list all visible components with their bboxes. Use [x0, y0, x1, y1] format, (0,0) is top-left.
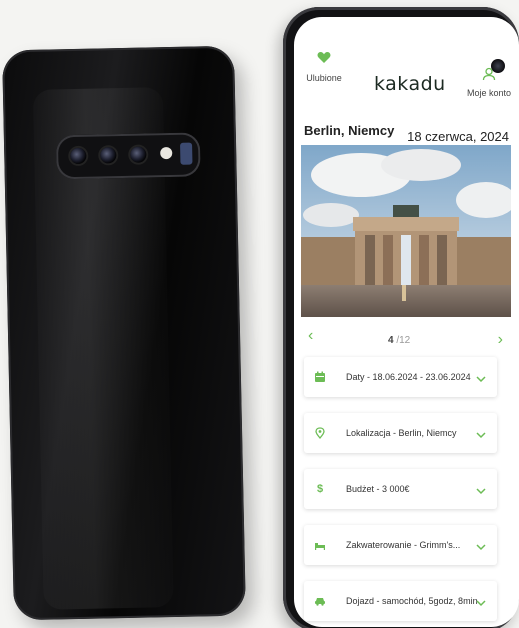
location-pin-icon: [315, 427, 325, 439]
chevron-down-icon: [476, 600, 486, 607]
camera-lens-icon: [130, 146, 147, 163]
user-icon: [482, 67, 496, 81]
chevron-right-icon[interactable]: ›: [498, 331, 503, 349]
chevron-left-icon[interactable]: ‹: [308, 327, 313, 345]
app-screen: Ulubione kakadu Moje konto Berlin, Niemc…: [294, 17, 519, 627]
calendar-icon: [315, 371, 325, 382]
detail-card-location[interactable]: Lokalizacja - Berlin, Niemcy: [304, 413, 497, 453]
chevron-down-icon: [476, 544, 486, 551]
chevron-down-icon: [476, 376, 486, 383]
heart-icon: [317, 52, 331, 63]
detail-label: Budżet - 3 000€: [346, 484, 410, 494]
app-logo: kakadu: [374, 73, 446, 95]
detail-card-transport[interactable]: Dojazd - samochód, 5godz, 8min: [304, 581, 497, 621]
page-indicator: 4 /12: [388, 335, 410, 346]
camera-module: [55, 132, 201, 180]
detail-card-dates[interactable]: Daty - 18.06.2024 - 23.06.2024: [304, 357, 497, 397]
detail-label: Lokalizacja - Berlin, Niemcy: [346, 428, 457, 438]
favorites-label: Ulubione: [306, 73, 342, 83]
destination-photo: [301, 145, 511, 317]
phone-back-view: [2, 45, 246, 621]
chevron-down-icon: [476, 488, 486, 495]
phone-front-view: Ulubione kakadu Moje konto Berlin, Niemc…: [283, 7, 519, 628]
chevron-down-icon: [476, 432, 486, 439]
trip-date: 18 czerwca, 2024: [407, 129, 509, 144]
flash-icon: [160, 146, 173, 160]
top-navigation: Ulubione kakadu Moje konto: [294, 47, 519, 111]
detail-card-budget[interactable]: $ Budżet - 3 000€: [304, 469, 497, 509]
dollar-icon: $: [316, 483, 324, 495]
account-button[interactable]: Moje konto: [459, 67, 519, 98]
photo-pager: ‹ 4 /12 ›: [294, 325, 519, 349]
detail-label: Dojazd - samochód, 5godz, 8min: [346, 596, 478, 606]
camera-lens-icon: [70, 147, 87, 165]
detail-label: Zakwaterowanie - Grimm's...: [346, 540, 461, 550]
bed-icon: [315, 543, 325, 550]
camera-lens-icon: [100, 147, 117, 164]
car-icon: [315, 598, 325, 606]
favorites-button[interactable]: Ulubione: [304, 51, 344, 83]
page-current: 4: [388, 335, 394, 346]
product-mockup-scene: Ulubione kakadu Moje konto Berlin, Niemc…: [0, 0, 519, 628]
account-label: Moje konto: [466, 88, 512, 98]
trip-header: Berlin, Niemcy 18 czerwca, 2024: [294, 121, 519, 147]
sensor-icon: [180, 142, 193, 165]
trip-city: Berlin, Niemcy: [304, 123, 395, 138]
page-total: /12: [396, 335, 411, 346]
detail-label: Daty - 18.06.2024 - 23.06.2024: [346, 372, 471, 382]
detail-card-accommodation[interactable]: Zakwaterowanie - Grimm's...: [304, 525, 497, 565]
